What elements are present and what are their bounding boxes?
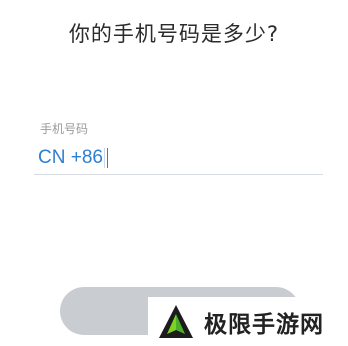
phone-number-input[interactable] [111,145,302,171]
phone-field-label: 手机号码 [40,122,89,136]
watermark: 极限手游网 [148,297,348,346]
phone-field-underline [34,174,323,175]
watermark-text: 极限手游网 [204,310,324,338]
page-title: 你的手机号码是多少? [68,22,280,46]
phone-signup-screen: 你的手机号码是多少? 手机号码 CN +86 极限手游网 [0,0,348,346]
phone-input-row[interactable]: CN +86 [38,144,302,172]
watermark-logo-icon [159,304,193,338]
country-code-selector[interactable]: CN +86 [38,147,103,169]
text-cursor [106,148,108,168]
